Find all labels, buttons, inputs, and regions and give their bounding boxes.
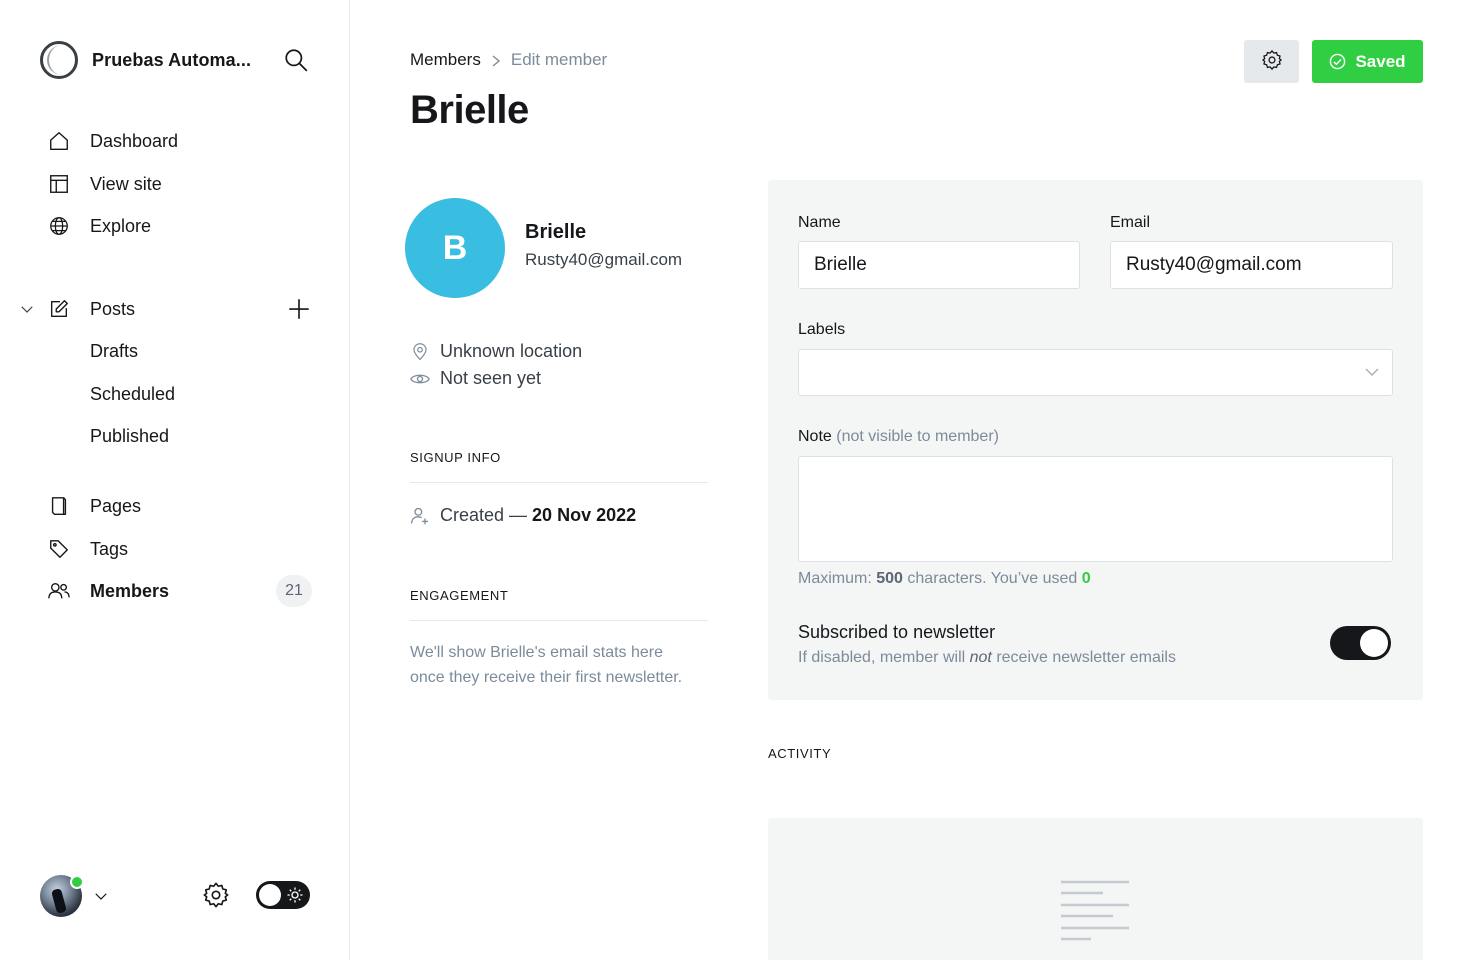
search-icon[interactable]	[282, 46, 310, 74]
eye-icon	[410, 369, 430, 389]
globe-icon	[46, 213, 72, 239]
theme-toggle[interactable]	[256, 881, 310, 909]
divider	[410, 620, 708, 621]
newsletter-desc-before: If disabled, member will	[798, 649, 966, 666]
newsletter-desc-after: receive newsletter emails	[996, 649, 1176, 666]
member-name: Brielle	[525, 221, 587, 243]
page-icon	[46, 493, 72, 519]
name-field[interactable]: Brielle	[798, 241, 1080, 289]
tag-icon	[46, 536, 72, 562]
signup-info-heading: SIGNUP INFO	[410, 450, 501, 465]
divider	[410, 482, 708, 483]
max-prefix: Maximum:	[798, 570, 872, 587]
members-icon	[46, 578, 72, 604]
site-title: Pruebas Automa...	[92, 49, 252, 70]
nav-members-label: Members	[90, 580, 170, 601]
max-value: 500	[876, 570, 903, 587]
nav-tags-label: Tags	[90, 538, 129, 559]
created-info: Created — 20 Nov 2022	[410, 505, 636, 526]
theme-toggle-knob	[259, 884, 281, 906]
save-button[interactable]: Saved	[1312, 40, 1423, 83]
user-add-icon	[410, 506, 430, 526]
max-middle: characters. You’ve used	[907, 570, 1078, 587]
location-pin-icon	[410, 342, 430, 362]
note-label-hint: (not visible to member)	[836, 428, 999, 445]
created-prefix: Created —	[440, 505, 528, 525]
nav-pages-label: Pages	[90, 495, 142, 516]
home-icon	[46, 128, 72, 154]
labels-select[interactable]	[798, 349, 1393, 396]
chevron-down-icon	[1365, 368, 1379, 376]
email-field[interactable]: Rusty40@gmail.com	[1110, 241, 1393, 289]
nav-posts[interactable]: Posts	[46, 294, 135, 324]
page-title: Brielle	[410, 88, 529, 132]
newsletter-title: Subscribed to newsletter	[798, 622, 996, 642]
name-label: Name	[798, 214, 841, 231]
nav-members[interactable]: Members	[46, 576, 169, 606]
member-actions-button[interactable]	[1244, 40, 1299, 83]
sun-icon	[286, 886, 304, 904]
nav-posts-label: Posts	[90, 298, 136, 319]
note-label: Note (not visible to member)	[798, 428, 999, 446]
layout-icon	[46, 171, 72, 197]
labels-label: Labels	[798, 321, 846, 338]
nav-view-site-label: View site	[90, 173, 162, 194]
engagement-heading: ENGAGEMENT	[410, 588, 509, 603]
members-count-badge: 21	[276, 575, 312, 607]
newsletter-description: If disabled, member will not receive new…	[798, 649, 1176, 667]
gear-icon	[1261, 49, 1283, 74]
note-character-count: Maximum: 500 characters. You’ve used 0	[798, 570, 1091, 588]
chevron-down-icon[interactable]	[18, 300, 36, 318]
created-date: 20 Nov 2022	[532, 505, 637, 525]
nav-explore[interactable]: Explore	[46, 211, 151, 241]
settings-gear-icon[interactable]	[202, 881, 230, 909]
breadcrumb: Members Edit member	[410, 50, 607, 70]
breadcrumb-members-link[interactable]: Members	[410, 50, 481, 70]
activity-panel	[768, 818, 1423, 960]
used-value: 0	[1081, 570, 1091, 587]
nav-pages[interactable]: Pages	[46, 491, 141, 521]
breadcrumb-current: Edit member	[510, 50, 608, 69]
member-last-seen-text: Not seen yet	[440, 368, 542, 388]
note-textarea[interactable]	[798, 456, 1393, 562]
sidebar: Pruebas Automa... Dashboard View site Ex…	[0, 0, 350, 960]
check-circle-icon	[1330, 53, 1346, 70]
engagement-text: We'll show Brielle's email stats here on…	[410, 644, 683, 686]
newsletter-desc-em: not	[969, 649, 992, 666]
member-avatar: B	[405, 198, 505, 298]
pen-icon	[46, 296, 72, 322]
newsletter-toggle-knob	[1360, 629, 1388, 657]
site-logo-icon	[40, 41, 78, 79]
nav-published[interactable]: Published	[90, 421, 169, 451]
member-email: Rusty40@gmail.com	[525, 250, 683, 269]
nav-dashboard[interactable]: Dashboard	[46, 126, 178, 156]
newsletter-toggle[interactable]	[1330, 626, 1391, 660]
user-menu-chevron-icon[interactable]	[92, 887, 110, 905]
nav-tags[interactable]: Tags	[46, 534, 128, 564]
nav-explore-label: Explore	[90, 215, 152, 236]
nav-view-site[interactable]: View site	[46, 169, 162, 199]
member-location: Unknown location	[410, 341, 582, 362]
online-status-dot	[70, 875, 84, 889]
site-brand[interactable]: Pruebas Automa...	[40, 40, 251, 80]
chevron-right-icon	[491, 53, 501, 67]
nav-scheduled[interactable]: Scheduled	[90, 379, 175, 409]
member-last-seen: Not seen yet	[410, 368, 541, 389]
email-label: Email	[1110, 214, 1151, 231]
nav-drafts[interactable]: Drafts	[90, 336, 138, 366]
note-label-text: Note	[798, 428, 832, 445]
member-location-text: Unknown location	[440, 341, 583, 361]
nav-dashboard-label: Dashboard	[90, 130, 179, 151]
new-post-plus-icon[interactable]	[286, 296, 312, 322]
activity-heading: ACTIVITY	[768, 746, 832, 761]
empty-list-icon	[1061, 880, 1129, 941]
save-button-label: Saved	[1355, 51, 1406, 71]
